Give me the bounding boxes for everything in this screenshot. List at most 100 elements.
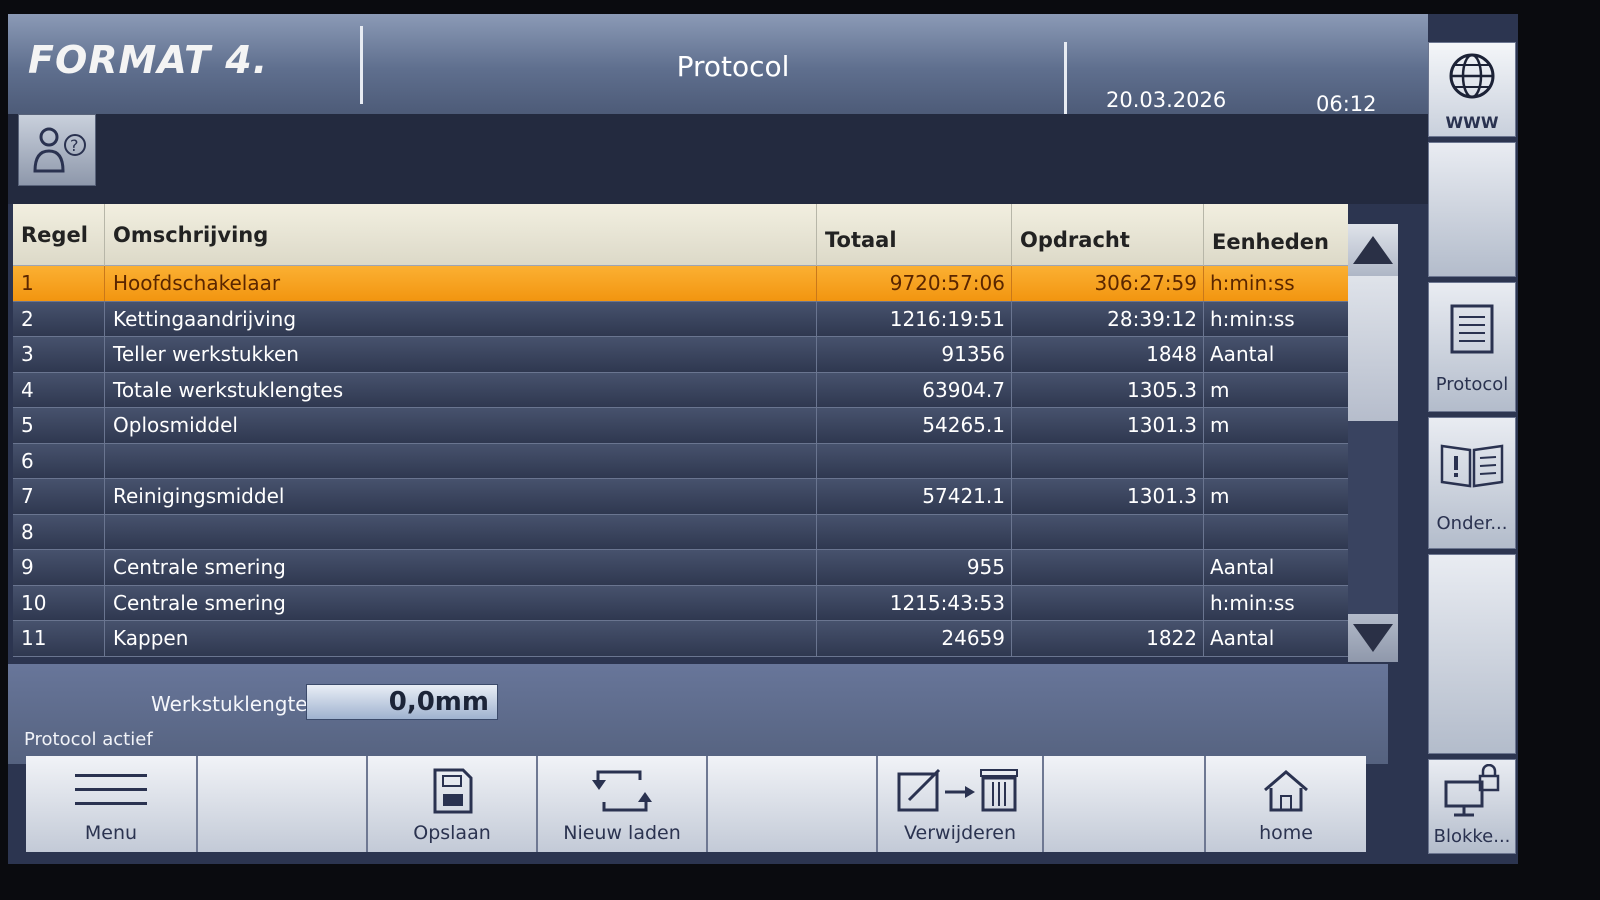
cell-regel: 10 [13, 585, 105, 620]
cell-regel: 8 [13, 514, 105, 549]
empty-sidebar-button[interactable] [1428, 142, 1516, 277]
cell-totaal: 955 [817, 550, 1012, 585]
cell-totaal: 1216:19:51 [817, 301, 1012, 336]
protocol-table: Regel Omschrijving Totaal Opdracht Eenhe… [13, 204, 1348, 657]
right-sidebar: WWW Protocol Onder... Blokke... [1428, 34, 1518, 864]
cell-omschrijving: Centrale smering [105, 585, 817, 620]
table-body: 1 Hoofdschakelaar 9720:57:06 306:27:59 h:min… [13, 266, 1348, 657]
col-header-eenheden[interactable]: Eenheden [1204, 204, 1348, 266]
verwijderen-button[interactable]: Verwijderen [878, 756, 1044, 852]
cell-regel: 9 [13, 550, 105, 585]
table-row[interactable]: 11 Kappen 24659 1822 Aantal [13, 621, 1348, 657]
table-row[interactable]: 4 Totale werkstuklengtes 63904.7 1305.3 m [13, 372, 1348, 408]
home-button[interactable]: home [1206, 756, 1366, 852]
cell-regel: 7 [13, 479, 105, 514]
table-row[interactable]: 8 [13, 514, 1348, 550]
col-header-totaal[interactable]: Totaal [817, 204, 1012, 266]
cell-omschrijving [105, 514, 817, 549]
cell-omschrijving: Reinigingsmiddel [105, 479, 817, 514]
nieuw-laden-button[interactable]: Nieuw laden [538, 756, 708, 852]
table-row[interactable]: 5 Oplosmiddel 54265.1 1301.3 m [13, 408, 1348, 444]
cell-regel: 1 [13, 266, 105, 301]
page-title: Protocol [676, 50, 790, 83]
document-list-icon [1450, 304, 1494, 354]
opslaan-label: Opslaan [413, 822, 491, 844]
arrow-up-icon [1353, 236, 1393, 264]
cell-regel: 6 [13, 443, 105, 478]
cell-omschrijving: Oplosmiddel [105, 408, 817, 443]
cell-totaal: 24659 [817, 621, 1012, 656]
date-display: 20.03.2026 [1106, 88, 1227, 112]
cell-opdracht: 1301.3 [1012, 479, 1204, 514]
col-header-regel[interactable]: Regel [13, 204, 105, 266]
table-row[interactable]: 7 Reinigingsmiddel 57421.1 1301.3 m [13, 479, 1348, 515]
cell-regel: 11 [13, 621, 105, 656]
cell-regel: 5 [13, 408, 105, 443]
scroll-down-button[interactable] [1348, 614, 1398, 662]
arrow-down-icon [1353, 624, 1393, 652]
table-row[interactable]: 10 Centrale smering 1215:43:53 h:min:ss [13, 585, 1348, 621]
menu-button[interactable]: Menu [26, 756, 198, 852]
cell-totaal: 9720:57:06 [817, 266, 1012, 301]
cell-eenheden [1204, 444, 1348, 479]
cell-eenheden: m [1210, 377, 1230, 402]
cell-omschrijving: Kettingaandrijving [105, 301, 817, 336]
hamburger-icon [75, 774, 147, 805]
table-row[interactable]: 6 [13, 443, 1348, 479]
cell-omschrijving: Hoofdschakelaar [105, 266, 817, 301]
cell-totaal: 91356 [817, 337, 1012, 372]
www-label: WWW [1445, 113, 1499, 132]
onderhoud-button[interactable]: Onder... [1428, 417, 1516, 549]
cell-opdracht [1012, 585, 1204, 620]
cell-opdracht [1012, 514, 1204, 549]
protocol-label: Protocol [1435, 374, 1509, 395]
table-row[interactable]: 1 Hoofdschakelaar 9720:57:06 306:27:59 h:min… [13, 266, 1348, 302]
werkstuklengte-field: 0,0mm [306, 684, 498, 720]
svg-text:?: ? [70, 136, 79, 155]
cell-eenheden: Aantal [1210, 555, 1275, 579]
header-bar: FORMAT 4. Protocol 20.03.2026 06:12 [8, 14, 1428, 116]
cell-opdracht: 1305.3 [1012, 372, 1204, 407]
table-row[interactable]: 2 Kettingaandrijving 1216:19:51 28:39:12 h:m… [13, 301, 1348, 337]
empty-toolbar-button[interactable] [198, 756, 368, 852]
cell-omschrijving: Teller werkstukken [105, 337, 817, 372]
scroll-up-button[interactable] [1348, 224, 1398, 276]
user-help-icon: ? [33, 127, 86, 173]
blokkeren-button[interactable]: Blokke... [1428, 759, 1516, 854]
cell-omschrijving: Kappen [105, 621, 817, 656]
empty-sidebar-button[interactable] [1428, 554, 1516, 754]
cell-eenheden: h:min:ss [1210, 590, 1295, 615]
header-divider [360, 26, 363, 104]
empty-toolbar-button[interactable] [708, 756, 878, 852]
verwijderen-label: Verwijderen [904, 822, 1016, 844]
toolbar-band [8, 114, 1428, 204]
home-label: home [1259, 822, 1313, 844]
cell-opdracht: 1822 [1012, 621, 1204, 656]
save-card-icon [433, 768, 473, 814]
cell-opdracht [1012, 443, 1204, 478]
cell-omschrijving [105, 443, 817, 478]
status-text: Protocol actief [24, 729, 153, 750]
www-button[interactable]: WWW [1428, 42, 1516, 137]
cell-eenheden: m [1210, 484, 1230, 508]
menu-label: Menu [84, 822, 138, 844]
col-header-opdracht[interactable]: Opdracht [1012, 204, 1204, 266]
cell-totaal: 57421.1 [817, 479, 1012, 514]
table-row[interactable]: 3 Teller werkstukken 91356 1848 Aantal [13, 337, 1348, 373]
hmi-screen: FORMAT 4. Protocol 20.03.2026 06:12 ? Re… [8, 14, 1518, 864]
table-row[interactable]: 9 Centrale smering 955 Aantal [13, 550, 1348, 586]
cell-eenheden: h:min:ss [1210, 306, 1295, 331]
edit-delete-icon [897, 768, 1018, 812]
user-help-button[interactable]: ? [18, 114, 96, 186]
cell-eenheden: h:min:ss [1210, 271, 1295, 295]
locked-terminal-icon [1444, 764, 1500, 817]
empty-toolbar-button[interactable] [1044, 756, 1206, 852]
col-header-omschrijving[interactable]: Omschrijving [105, 204, 817, 266]
scroll-thumb[interactable] [1348, 276, 1398, 421]
protocol-button[interactable]: Protocol [1428, 282, 1516, 412]
opslaan-button[interactable]: Opslaan [368, 756, 538, 852]
cell-omschrijving: Centrale smering [105, 550, 817, 585]
table-scrollbar[interactable] [1348, 224, 1398, 662]
cell-totaal: 1215:43:53 [817, 585, 1012, 620]
cell-opdracht: 1848 [1012, 337, 1204, 372]
